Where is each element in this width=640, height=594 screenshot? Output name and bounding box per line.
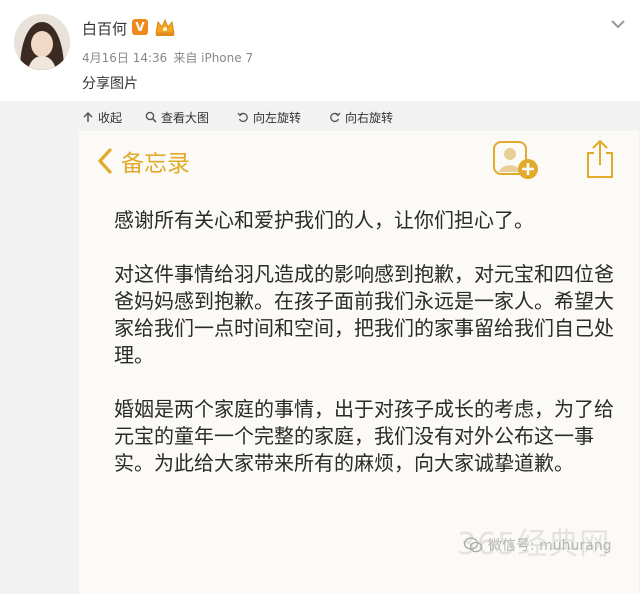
view-large-button[interactable]: 查看大图 — [145, 108, 209, 126]
rotate-right-label: 向右旋转 — [345, 110, 394, 125]
chevron-down-icon[interactable] — [611, 19, 625, 29]
verified-badge: V — [132, 19, 148, 35]
rotate-right-icon — [330, 112, 341, 123]
share-icon — [587, 139, 613, 178]
image-toolbar: 收起 查看大图 向左旋转 向右旋转 — [0, 101, 640, 131]
note-paragraph: 对这件事情给羽凡造成的影响感到抱歉，对元宝和四位爸爸妈妈感到抱歉。在孩子面前我们… — [114, 262, 614, 367]
post-header: 白百何 V 4月16日 14:36 来自 iPhone 7 分享图片 — [0, 0, 640, 101]
wechat-icon — [464, 537, 482, 553]
notes-back-label: 备忘录 — [121, 151, 190, 177]
rotate-left-button[interactable]: 向左旋转 — [237, 108, 301, 126]
avatar[interactable] — [14, 14, 70, 70]
post-source: 来自 iPhone 7 — [173, 51, 254, 65]
post-text: 分享图片 — [82, 76, 138, 92]
note-paragraph: 感谢所有关心和爱护我们的人，让你们担心了。 — [114, 208, 534, 232]
collapse-icon — [83, 111, 93, 122]
add-person-icon — [493, 141, 538, 179]
post-timestamp[interactable]: 4月16日 14:36 — [82, 51, 167, 65]
collapse-label: 收起 — [98, 110, 123, 125]
notes-back-button: 备忘录 — [97, 145, 190, 177]
watermark-wechat: 微信号: muhurang — [464, 535, 612, 555]
notes-screenshot: 备忘录 感谢所有关心和爱护我们的人，让你们担心了。 对这件事情给羽凡造成的影响感… — [79, 131, 639, 594]
note-paragraph: 婚姻是两个家庭的事情，出于对孩子成长的考虑，为了给元宝的童年一个完整的家庭，我们… — [114, 397, 614, 475]
crown-badge-icon — [155, 18, 175, 36]
view-large-label: 查看大图 — [161, 110, 210, 125]
chevron-left-icon — [98, 148, 112, 174]
watermark-wechat-label: 微信号: muhurang — [488, 538, 612, 554]
note-body: 感谢所有关心和爱护我们的人，让你们担心了。 对这件事情给羽凡造成的影响感到抱歉，… — [114, 207, 614, 504]
rotate-left-label: 向左旋转 — [253, 110, 302, 125]
rotate-right-button[interactable]: 向右旋转 — [329, 108, 393, 126]
rotate-left-icon — [237, 112, 248, 123]
post-meta: 4月16日 14:36 来自 iPhone 7 — [82, 49, 259, 66]
collapse-button[interactable]: 收起 — [82, 108, 122, 126]
username[interactable]: 白百何 — [82, 18, 127, 39]
shared-image[interactable]: 备忘录 感谢所有关心和爱护我们的人，让你们担心了。 对这件事情给羽凡造成的影响感… — [0, 131, 640, 594]
search-icon — [145, 111, 157, 123]
